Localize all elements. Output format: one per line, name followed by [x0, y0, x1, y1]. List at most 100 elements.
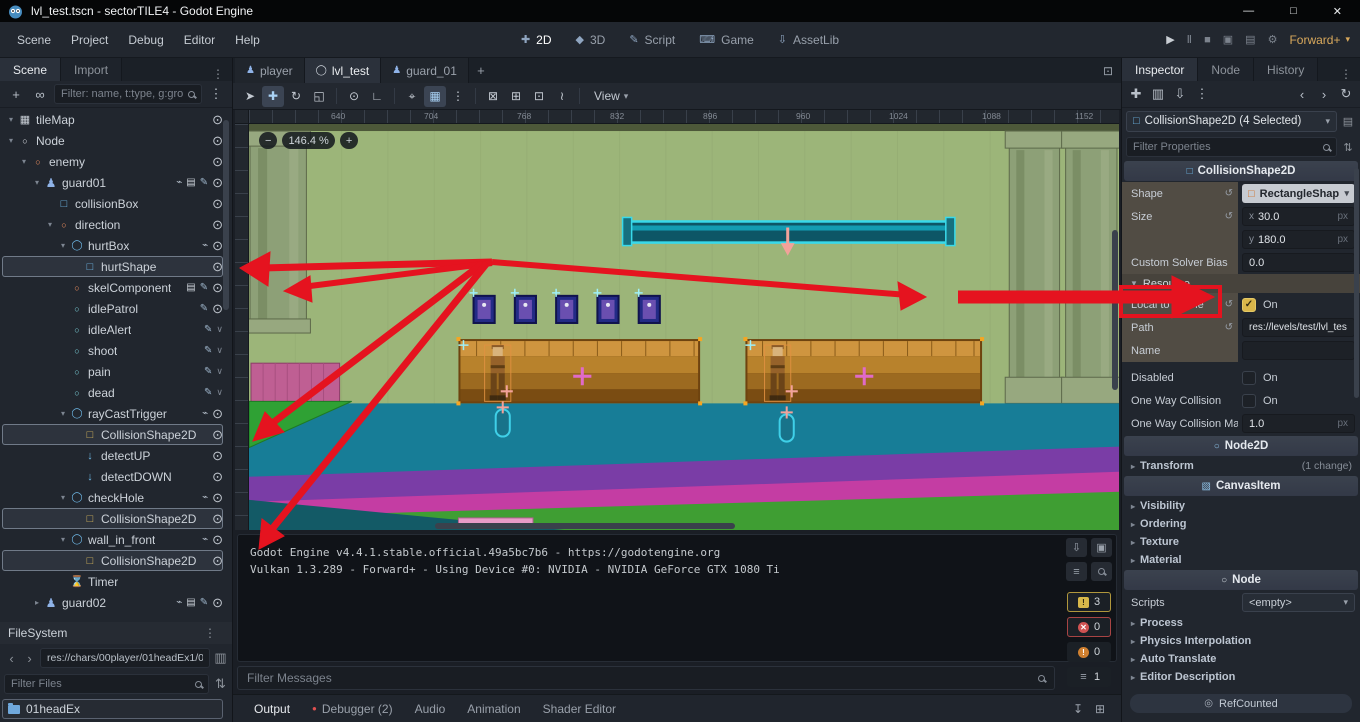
rotate-tool-icon[interactable]: ↻: [285, 86, 307, 107]
eye-icon[interactable]: ⊙: [212, 448, 223, 464]
workspace-tab-assetlib[interactable]: ⇩AssetLib: [768, 30, 849, 50]
file-item-01headEx[interactable]: 01headEx: [2, 699, 223, 719]
scale-tool-icon[interactable]: ◱: [308, 86, 330, 107]
tree-expand-icon[interactable]: ▾: [31, 178, 43, 187]
warning-badge[interactable]: !3: [1067, 592, 1111, 612]
eye-icon[interactable]: ⊙: [212, 427, 223, 443]
tree-item-collisionBox[interactable]: □collisionBox⊙: [2, 193, 223, 214]
tree-item-rayCastTrigger[interactable]: ▾◯rayCastTrigger⌁⊙: [2, 403, 223, 424]
tree-expand-icon[interactable]: ▾: [57, 241, 69, 250]
tree-menu-icon[interactable]: ⋮: [206, 84, 226, 104]
stop-button[interactable]: ■: [1204, 34, 1211, 46]
tree-expand-icon[interactable]: ▾: [18, 157, 30, 166]
bottom-tab-debugger-2-[interactable]: ●Debugger (2): [301, 695, 404, 722]
save-resource-icon[interactable]: ⇩: [1170, 84, 1190, 104]
viewport-hscrollbar[interactable]: [435, 523, 735, 529]
anim-icon[interactable]: ▤: [186, 282, 195, 293]
tree-item-hurtShape[interactable]: □hurtShape⊙: [2, 256, 223, 277]
workspace-tab-game[interactable]: ⌨Game: [689, 30, 764, 50]
collapse-icon[interactable]: ∨: [216, 366, 223, 377]
script-icon[interactable]: ✎: [200, 177, 208, 188]
tree-item-shoot[interactable]: ○shoot✎∨: [2, 340, 223, 361]
object-history-icon[interactable]: ↻: [1336, 84, 1356, 104]
tree-item-direction[interactable]: ▾○direction⊙: [2, 214, 223, 235]
play-scene-button[interactable]: ▣: [1223, 33, 1233, 46]
inspector-scrollbar[interactable]: [1354, 168, 1359, 398]
group-physics-interpolation[interactable]: ▸Physics Interpolation: [1122, 632, 1360, 650]
refcounted-badge[interactable]: ◎ RefCounted: [1130, 694, 1352, 713]
group-auto-translate[interactable]: ▸Auto Translate: [1122, 650, 1360, 668]
close-button[interactable]: ✕: [1333, 5, 1342, 18]
tree-item-idlePatrol[interactable]: ○idlePatrol✎⊙: [2, 298, 223, 319]
one-way-collision-checkbox[interactable]: [1242, 394, 1256, 408]
object-selector[interactable]: □ CollisionShape2D (4 Selected) ▾: [1126, 111, 1337, 132]
snap-options-icon[interactable]: ⋮: [447, 86, 469, 107]
scene-tab-player[interactable]: ♟player: [235, 58, 305, 83]
pivot-tool-icon[interactable]: ⊙: [343, 86, 365, 107]
resource-group-header[interactable]: ▼ Resource: [1122, 274, 1360, 293]
eye-icon[interactable]: ⊙: [212, 217, 223, 233]
movie-mode-button[interactable]: ▤: [1245, 33, 1255, 46]
skeleton-options-icon[interactable]: ≀: [551, 86, 573, 107]
property-sort-icon[interactable]: ⇅: [1340, 141, 1356, 154]
eye-icon[interactable]: ⊙: [212, 553, 223, 569]
tree-item-skelComponent[interactable]: ○skelComponent▤✎⊙: [2, 277, 223, 298]
script-dropdown[interactable]: <empty> ▾: [1242, 593, 1355, 612]
size-y-field[interactable]: y180.0px: [1242, 230, 1355, 249]
zoom-level[interactable]: 146.4 %: [282, 132, 334, 149]
tree-expand-icon[interactable]: ▾: [5, 136, 17, 145]
select-tool-icon[interactable]: ➤: [239, 86, 261, 107]
renderer-settings-icon[interactable]: ⚙: [1268, 33, 1278, 46]
play-button[interactable]: ▶: [1166, 33, 1174, 46]
collapse-icon[interactable]: ∨: [216, 345, 223, 356]
eye-icon[interactable]: ⊙: [212, 259, 223, 275]
group-ordering[interactable]: ▸Ordering: [1122, 515, 1360, 533]
tree-item-pain[interactable]: ○pain✎∨: [2, 361, 223, 382]
tab-inspector[interactable]: Inspector: [1122, 58, 1198, 81]
group-transform[interactable]: ▸ Transform (1 change): [1122, 457, 1360, 475]
eye-icon[interactable]: ⊙: [212, 532, 223, 548]
eye-icon[interactable]: ⊙: [212, 511, 223, 527]
revert-icon[interactable]: ↺: [1225, 211, 1233, 222]
viewport-canvas[interactable]: [249, 124, 1119, 530]
save-log-icon[interactable]: ⇩: [1066, 538, 1087, 557]
unlock-icon[interactable]: ⊞: [505, 86, 527, 107]
eye-icon[interactable]: ⊙: [212, 595, 223, 611]
tree-expand-icon[interactable]: ▸: [31, 598, 43, 607]
group-editor-description[interactable]: ▸Editor Description: [1122, 668, 1360, 686]
eye-icon[interactable]: ⊙: [212, 490, 223, 506]
shape-resource-picker[interactable]: □ RectangleShap ▾: [1242, 184, 1355, 203]
bottom-tab-output[interactable]: Output: [243, 695, 301, 722]
tree-item-detectDOWN[interactable]: ↓detectDOWN⊙: [2, 466, 223, 487]
view-menu-button[interactable]: View▾: [586, 86, 636, 107]
collapse-icon[interactable]: ∨: [216, 324, 223, 335]
eye-icon[interactable]: ⊙: [212, 133, 223, 149]
one-way-collision-margin-field[interactable]: 1.0px: [1242, 414, 1355, 433]
fs-split-view-icon[interactable]: ▥: [213, 650, 228, 666]
fs-back-icon[interactable]: ‹: [4, 651, 19, 666]
log-search-icon[interactable]: [1091, 562, 1112, 581]
tree-item-guard01[interactable]: ▾♟guard01⌁▤✎⊙: [2, 172, 223, 193]
eye-icon[interactable]: ⊙: [212, 301, 223, 317]
workspace-tab-script[interactable]: ✎Script: [619, 30, 685, 50]
load-resource-icon[interactable]: ▥: [1148, 84, 1168, 104]
tree-expand-icon[interactable]: ▾: [57, 535, 69, 544]
signal-icon[interactable]: ⌁: [176, 597, 182, 608]
bottom-tab-audio[interactable]: Audio: [404, 695, 457, 722]
history-back-icon[interactable]: ‹: [1292, 84, 1312, 104]
fs-filter-input[interactable]: [11, 678, 190, 690]
tab-node[interactable]: Node: [1198, 58, 1254, 81]
tree-item-Node[interactable]: ▾○Node⊙: [2, 130, 223, 151]
move-tool-icon[interactable]: ✚: [262, 86, 284, 107]
group-texture[interactable]: ▸Texture: [1122, 533, 1360, 551]
pin-panel-icon[interactable]: ↧: [1073, 702, 1083, 716]
group-icon[interactable]: ⊡: [528, 86, 550, 107]
tree-item-guard02[interactable]: ▸♟guard02⌁▤✎⊙: [2, 592, 223, 613]
path-field[interactable]: res://levels/test/lvl_tes: [1242, 318, 1355, 337]
log-list-icon[interactable]: ≡: [1066, 562, 1087, 581]
signal-icon[interactable]: ⌁: [176, 177, 182, 188]
new-resource-icon[interactable]: ✚: [1126, 84, 1146, 104]
tab-import[interactable]: Import: [61, 58, 122, 81]
pause-button[interactable]: Ⅱ: [1187, 33, 1192, 46]
workspace-tab-3d[interactable]: ◆3D: [566, 30, 616, 50]
